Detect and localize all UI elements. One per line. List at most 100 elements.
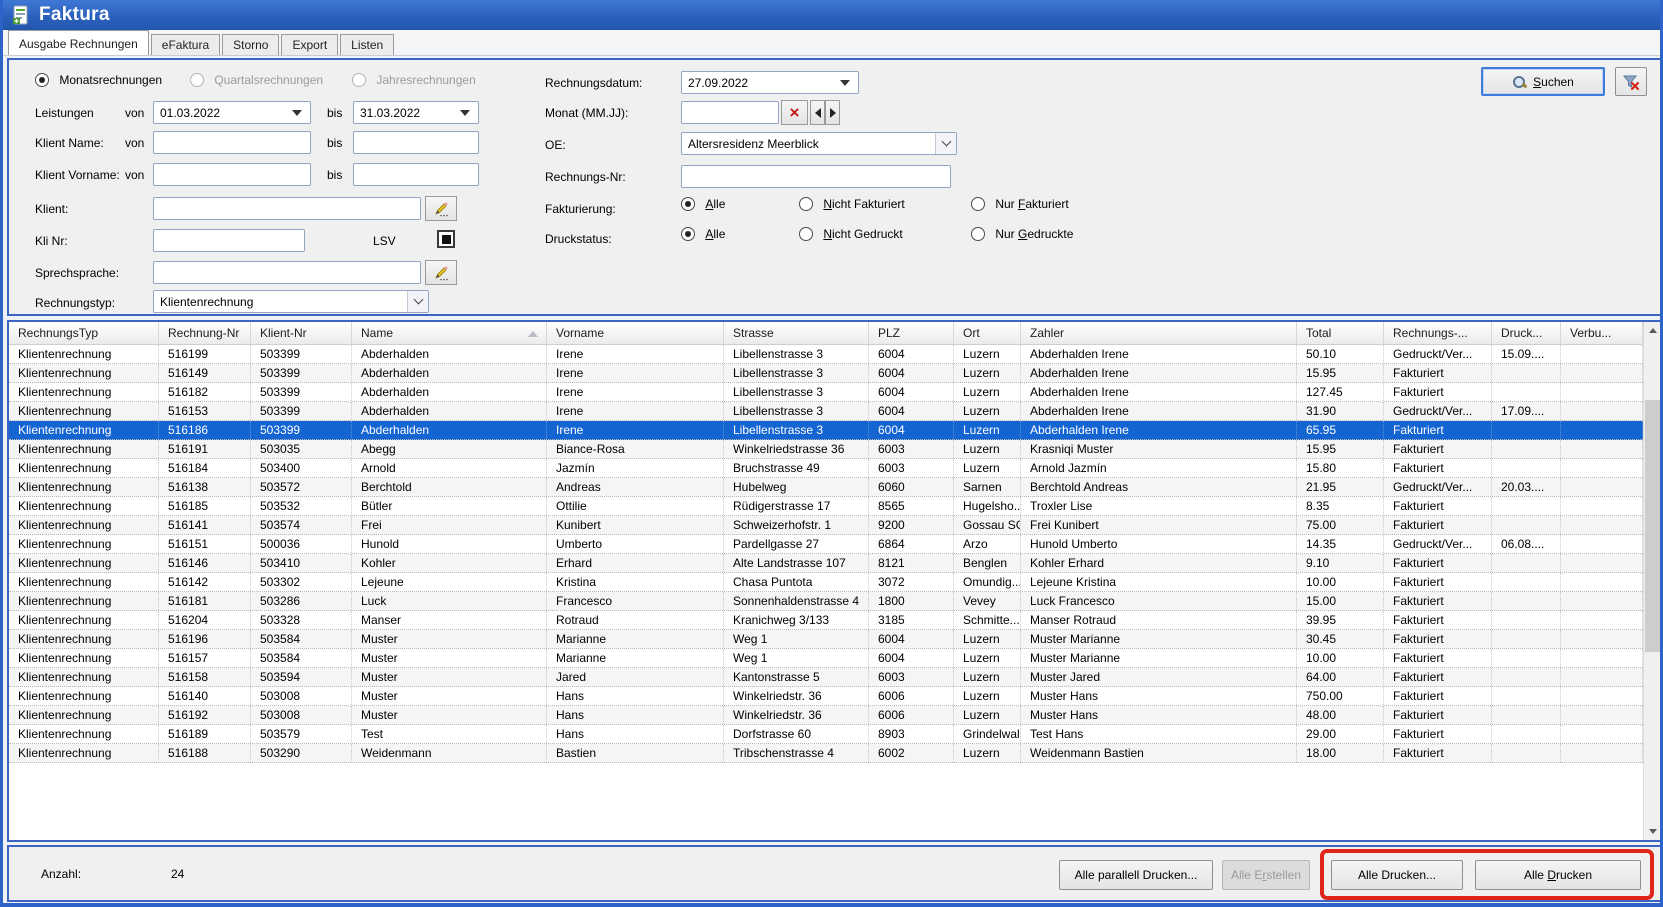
vertical-scrollbar[interactable] (1643, 322, 1660, 840)
rechnungstyp-select[interactable]: Klientenrechnung (153, 290, 429, 313)
monat-clear-button[interactable]: × (781, 100, 808, 125)
radio-fakturierung-alle[interactable]: Alle (681, 197, 725, 212)
sprechsprache-edit-button[interactable] (425, 260, 457, 285)
column-header-klient-nr[interactable]: Klient-Nr (251, 322, 352, 344)
table-row[interactable]: Klientenrechnung516181503286LuckFrancesc… (9, 592, 1643, 611)
table-row[interactable]: Klientenrechnung516189503579TestHansDorf… (9, 725, 1643, 744)
klient-vorname-von-input[interactable] (153, 163, 311, 186)
table-row[interactable]: Klientenrechnung516188503290WeidenmannBa… (9, 744, 1643, 763)
suchen-button[interactable]: Suchen (1481, 67, 1605, 96)
column-header-plz[interactable]: PLZ (869, 322, 954, 344)
radio-nicht-gedruckt[interactable]: Nicht Gedruckt (799, 227, 903, 242)
table-row[interactable]: Klientenrechnung516146503410KohlerErhard… (9, 554, 1643, 573)
table-cell: Klientenrechnung (9, 554, 159, 572)
scrollbar-thumb[interactable] (1645, 400, 1660, 652)
table-row[interactable]: Klientenrechnung516158503594MusterJaredK… (9, 668, 1643, 687)
table-row[interactable]: Klientenrechnung516204503328ManserRotrau… (9, 611, 1643, 630)
klient-input[interactable] (153, 197, 421, 220)
column-header-rechnungstyp[interactable]: RechnungsTyp (9, 322, 159, 344)
tab-efaktura[interactable]: eFaktura (151, 34, 220, 55)
table-row[interactable]: Klientenrechnung516142503302LejeuneKrist… (9, 573, 1643, 592)
klient-name-bis-input[interactable] (353, 131, 479, 154)
table-row[interactable]: Klientenrechnung516140503008MusterHansWi… (9, 687, 1643, 706)
table-cell (1561, 516, 1643, 534)
radio-quartalsrechnungen-label: Quartalsrechnungen (214, 73, 323, 87)
radio-nur-gedruckte[interactable]: Nur Gedruckte (971, 227, 1073, 242)
table-cell: 503399 (251, 402, 352, 420)
table-cell: Kohler Erhard (1021, 554, 1297, 572)
klient-vorname-bis-input[interactable] (353, 163, 479, 186)
column-header-strasse[interactable]: Strasse (724, 322, 869, 344)
alle-drucken-dialog-button[interactable]: Alle Drucken... (1331, 860, 1463, 890)
table-cell: Muster (352, 649, 547, 667)
radio-monatsrechnungen[interactable]: Monatsrechnungen (35, 73, 162, 88)
oe-select[interactable]: Altersresidenz Meerblick (681, 132, 957, 155)
radio-nicht-fakturiert[interactable]: Nicht Fakturiert (799, 197, 905, 212)
monat-input[interactable] (681, 101, 779, 124)
tab-ausgabe-rechnungen[interactable]: Ausgabe Rechnungen (8, 30, 149, 55)
leistungen-bis-datepicker[interactable]: 31.03.2022 (353, 101, 479, 124)
table-cell: Weidenmann (352, 744, 547, 762)
table-cell: Fakturiert (1384, 611, 1492, 629)
radio-druckstatus-alle[interactable]: Alle (681, 227, 725, 242)
radio-quartalsrechnungen[interactable]: Quartalsrechnungen (190, 73, 323, 88)
column-header-verbu[interactable]: Verbu... (1561, 322, 1643, 344)
tab-storno[interactable]: Storno (222, 34, 279, 55)
monat-prev-button[interactable] (810, 100, 825, 125)
radio-jahresrechnungen[interactable]: Jahresrechnungen (352, 73, 476, 88)
column-header-zahler[interactable]: Zahler (1021, 322, 1297, 344)
table-cell: 503410 (251, 554, 352, 572)
kli-nr-input[interactable] (153, 229, 305, 252)
alle-erstellen-button[interactable]: Alle Erstellen (1222, 860, 1310, 890)
lsv-checkbox[interactable] (437, 230, 455, 248)
table-cell: Fakturiert (1384, 383, 1492, 401)
leistungen-von-datepicker[interactable]: 01.03.2022 (153, 101, 311, 124)
alle-drucken-button[interactable]: Alle Drucken (1475, 860, 1641, 890)
grid-body: Klientenrechnung516199503399AbderhaldenI… (9, 345, 1643, 763)
table-row[interactable]: Klientenrechnung516182503399AbderhaldenI… (9, 383, 1643, 402)
column-header-name[interactable]: Name (352, 322, 547, 344)
column-header-druck[interactable]: Druck... (1492, 322, 1561, 344)
table-row[interactable]: Klientenrechnung516196503584MusterMarian… (9, 630, 1643, 649)
column-header-rechnungs-status[interactable]: Rechnungs-... (1384, 322, 1492, 344)
column-header-rechnung-nr[interactable]: Rechnung-Nr (159, 322, 251, 344)
table-row[interactable]: Klientenrechnung516157503584MusterMarian… (9, 649, 1643, 668)
table-row[interactable]: Klientenrechnung516141503574FreiKunibert… (9, 516, 1643, 535)
column-header-ort[interactable]: Ort (954, 322, 1021, 344)
sprechsprache-input[interactable] (153, 261, 421, 284)
table-cell: 503399 (251, 345, 352, 363)
dropdown-button[interactable] (407, 291, 428, 312)
table-row[interactable]: Klientenrechnung516186503399AbderhaldenI… (9, 421, 1643, 440)
table-row[interactable]: Klientenrechnung516191503035AbeggBiance-… (9, 440, 1643, 459)
tab-export[interactable]: Export (281, 34, 338, 55)
table-row[interactable]: Klientenrechnung516153503399AbderhaldenI… (9, 402, 1643, 421)
monat-next-button[interactable] (825, 100, 840, 125)
table-row[interactable]: Klientenrechnung516151500036HunoldUmbert… (9, 535, 1643, 554)
clear-filter-button[interactable] (1615, 67, 1647, 96)
table-cell: Klientenrechnung (9, 459, 159, 477)
column-header-vorname[interactable]: Vorname (547, 322, 724, 344)
scroll-up-button[interactable] (1644, 322, 1661, 339)
column-header-total[interactable]: Total (1297, 322, 1384, 344)
scroll-down-button[interactable] (1644, 823, 1661, 840)
alle-parallell-drucken-button[interactable]: Alle parallell Drucken... (1059, 860, 1213, 890)
klient-name-von-input[interactable] (153, 131, 311, 154)
table-row[interactable]: Klientenrechnung516199503399AbderhaldenI… (9, 345, 1643, 364)
table-row[interactable]: Klientenrechnung516192503008MusterHansWi… (9, 706, 1643, 725)
table-cell: 503302 (251, 573, 352, 591)
table-row[interactable]: Klientenrechnung516149503399AbderhaldenI… (9, 364, 1643, 383)
rechnungs-nr-input[interactable] (681, 165, 951, 188)
table-cell (1561, 421, 1643, 439)
dropdown-button[interactable] (935, 133, 956, 154)
tab-listen[interactable]: Listen (340, 34, 394, 55)
radio-label: Nicht Gedruckt (823, 227, 902, 241)
rechnungsdatum-datepicker[interactable]: 27.09.2022 (681, 71, 859, 94)
table-cell: 516188 (159, 744, 251, 762)
radio-nur-fakturiert[interactable]: Nur Fakturiert (971, 197, 1069, 212)
klient-edit-button[interactable] (425, 196, 457, 221)
table-row[interactable]: Klientenrechnung516184503400ArnoldJazmín… (9, 459, 1643, 478)
radio-label: Alle (705, 227, 725, 241)
scroll-down-icon (1649, 829, 1657, 834)
table-row[interactable]: Klientenrechnung516185503532BütlerOttili… (9, 497, 1643, 516)
table-row[interactable]: Klientenrechnung516138503572BerchtoldAnd… (9, 478, 1643, 497)
